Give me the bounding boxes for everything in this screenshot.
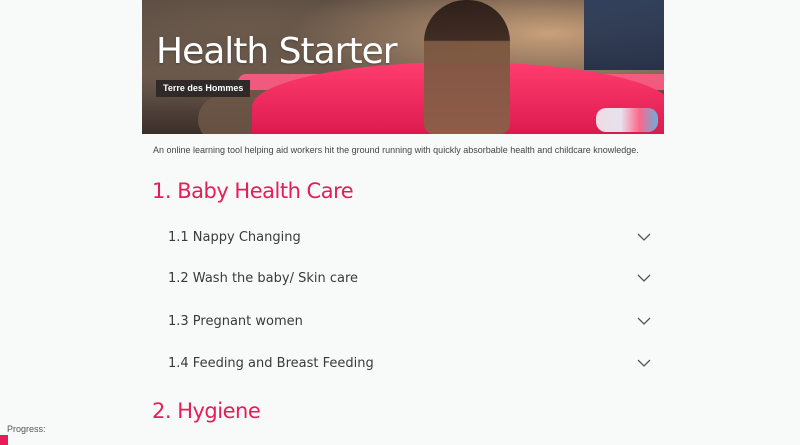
accordion-item-label: 1.3 Pregnant women (168, 313, 303, 329)
hero-photo-legs (584, 0, 664, 70)
chevron-down-icon (636, 316, 652, 326)
hero-banner: Health Starter Terre des Hommes (142, 0, 664, 134)
accordion-item-wash-the-baby[interactable]: 1.2 Wash the baby/ Skin care (168, 260, 652, 296)
intro-text: An online learning tool helping aid work… (153, 145, 639, 155)
progress-label: Progress: (7, 424, 46, 434)
chevron-down-icon (636, 232, 652, 242)
progress-bar (0, 435, 800, 445)
accordion-item-pregnant-women[interactable]: 1.3 Pregnant women (168, 303, 652, 339)
section-title-baby-health-care: 1. Baby Health Care (152, 179, 354, 203)
accordion-item-nappy-changing[interactable]: 1.1 Nappy Changing (168, 219, 652, 255)
accordion-item-label: 1.4 Feeding and Breast Feeding (168, 355, 374, 371)
section-title-hygiene: 2. Hygiene (152, 399, 261, 423)
page-title: Health Starter (156, 31, 398, 72)
progress-fill (0, 435, 8, 445)
hero-photo-child (424, 0, 510, 134)
accordion-item-label: 1.2 Wash the baby/ Skin care (168, 270, 359, 286)
chevron-down-icon (636, 273, 652, 283)
organization-badge: Terre des Hommes (156, 80, 251, 97)
hero-photo-toys (596, 108, 658, 132)
chevron-down-icon (636, 358, 652, 368)
page: Health Starter Terre des Hommes An onlin… (0, 0, 800, 445)
accordion-item-feeding-and-breast-feeding[interactable]: 1.4 Feeding and Breast Feeding (168, 345, 652, 381)
accordion-item-label: 1.1 Nappy Changing (168, 229, 301, 245)
